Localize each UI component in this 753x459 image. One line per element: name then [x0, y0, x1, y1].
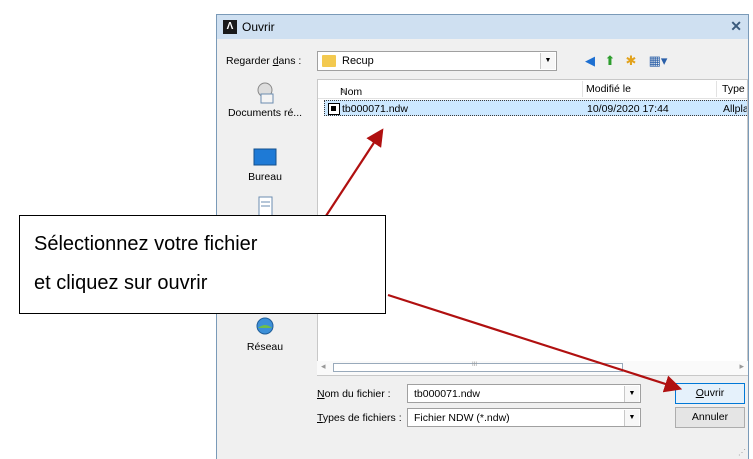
chevron-down-icon[interactable]: ▼ [540, 53, 555, 69]
filename-label: Nom du fichier : [317, 388, 391, 400]
filetype-select[interactable]: Fichier NDW (*.ndw) ▼ [407, 408, 641, 427]
resize-grip[interactable]: ⋰ [738, 448, 746, 457]
cancel-button[interactable]: Annuler [675, 407, 745, 428]
filename-value: tb000071.ndw [414, 388, 480, 400]
chevron-down-icon[interactable]: ▼ [624, 410, 639, 426]
callout-line-2: et cliquez sur ouvrir [34, 272, 208, 294]
scroll-left-icon[interactable]: ◂ [321, 361, 326, 372]
filename-input[interactable]: tb000071.ndw ▼ [407, 384, 641, 403]
title-bar[interactable]: Λ Ouvrir ✕ [217, 15, 748, 39]
look-in-dropdown[interactable]: Recup ▼ [317, 51, 557, 71]
new-folder-icon[interactable]: ✱ [622, 52, 640, 70]
dialog-title: Ouvrir [242, 20, 275, 34]
place-network[interactable]: Réseau [219, 316, 311, 353]
column-header-modified[interactable]: Modifié le [586, 83, 631, 95]
place-desktop[interactable]: Bureau [219, 146, 311, 183]
look-in-value: Recup [342, 55, 374, 67]
callout-line-1: Sélectionnez votre fichier [34, 233, 258, 255]
open-button[interactable]: Ouvrir [675, 383, 745, 404]
ndw-file-icon [328, 103, 340, 115]
back-icon[interactable]: ◀ [581, 52, 599, 70]
place-label: Bureau [248, 171, 282, 183]
column-header-type[interactable]: Type [722, 83, 745, 95]
place-recent-documents[interactable]: Documents ré... [219, 82, 311, 119]
file-list-header: Nom ▲ Modifié le Type [318, 80, 747, 99]
file-type: Allpla [723, 103, 748, 115]
file-name: tb000071.ndw [342, 103, 408, 115]
folder-icon [322, 55, 336, 67]
desktop-icon [253, 148, 277, 166]
table-row[interactable]: tb000071.ndw 10/09/2020 17:44 Allpla [324, 100, 748, 116]
app-logo-icon: Λ [223, 20, 237, 34]
scroll-thumb[interactable] [333, 362, 623, 372]
close-icon[interactable]: ✕ [730, 18, 742, 35]
file-modified: 10/09/2020 17:44 [587, 103, 669, 115]
place-label: Réseau [246, 341, 284, 353]
up-folder-icon[interactable]: ⬆ [601, 52, 619, 70]
filetype-label: Types de fichiers : [317, 412, 402, 424]
view-menu-icon[interactable]: ▦▾ [645, 52, 671, 70]
place-label: Documents ré... [227, 107, 303, 119]
horizontal-scrollbar[interactable]: ◂ ▸ [317, 361, 748, 375]
scroll-right-icon[interactable]: ▸ [739, 361, 744, 372]
look-in-label: Regarder dans : [226, 55, 302, 67]
filetype-value: Fichier NDW (*.ndw) [414, 412, 510, 424]
chevron-down-icon[interactable]: ▼ [624, 386, 639, 402]
network-icon [256, 317, 274, 335]
instruction-callout: Sélectionnez votre fichier et cliquez su… [19, 215, 386, 314]
recent-documents-icon [257, 82, 274, 104]
